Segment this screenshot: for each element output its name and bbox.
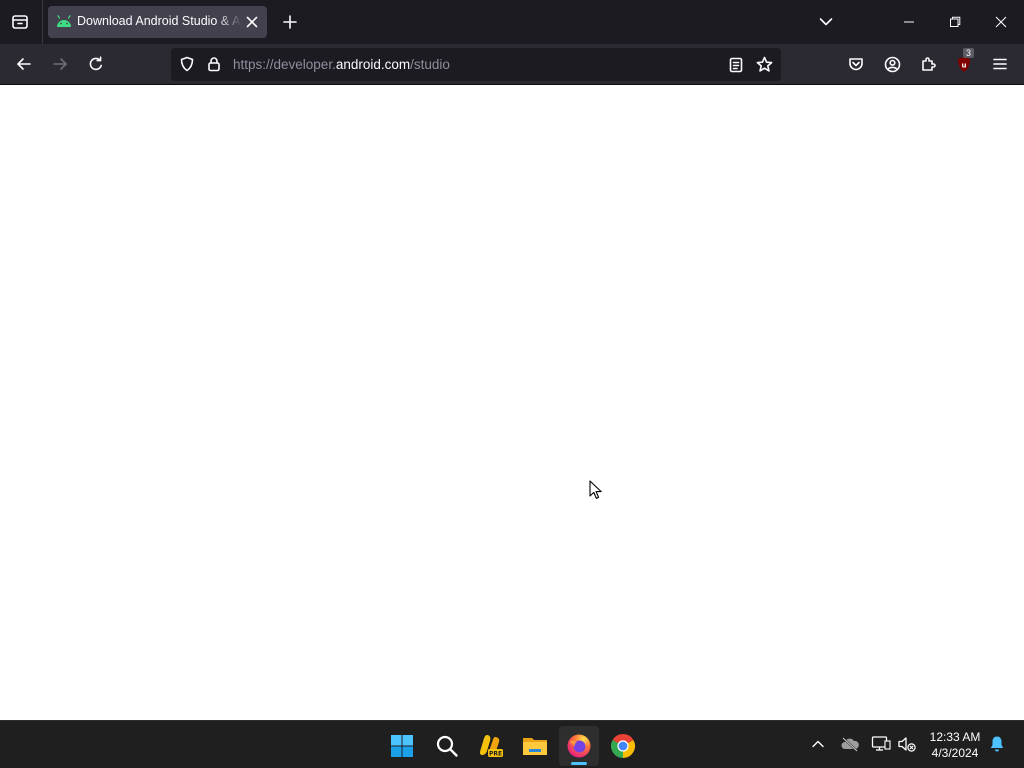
arrow-left-icon [17,58,31,70]
tab-strip: Download Android Studio & App Tools [0,0,1024,44]
pocket-button[interactable] [842,50,870,78]
android-icon [57,15,71,27]
show-hidden-icons-button[interactable] [807,733,829,755]
url-host: android.com [335,57,411,72]
ublock-origin-button[interactable]: u 3 [950,48,978,78]
chevron-down-icon [819,18,833,26]
plus-icon [283,15,297,29]
url-prefix: https://developer. [233,57,336,72]
back-button[interactable] [10,50,38,78]
account-icon [884,56,900,72]
url-text[interactable]: https://developer.android.com/studio [233,57,450,72]
onedrive-cloud-offline-icon [841,737,859,752]
lock-icon[interactable] [206,56,222,72]
active-app-indicator [571,762,587,765]
svg-text:PRE: PRE [489,751,502,758]
arrow-right-icon [53,58,67,70]
minimize-icon [904,21,914,23]
star-bookmark-icon[interactable] [756,56,773,73]
clock-time: 12:33 AM [929,730,981,744]
speaker-muted-icon [898,737,916,752]
bell-icon [990,736,1004,752]
restore-icon [950,16,961,27]
mouse-cursor-icon [589,480,602,499]
firefox-view-icon [12,15,28,29]
account-button[interactable] [878,50,906,78]
network-tray-button[interactable] [870,733,892,755]
extensions-button[interactable] [914,50,942,78]
page-content[interactable] [0,85,1024,720]
reload-button[interactable] [82,50,110,78]
chevron-up-icon [812,740,824,748]
window-close-button[interactable] [978,0,1024,44]
search-button[interactable] [427,726,467,766]
chrome-icon [610,733,636,758]
forward-button[interactable] [46,50,74,78]
clock-date: 4/3/2024 [931,746,979,760]
reload-icon [89,56,102,71]
close-icon [995,16,1007,28]
start-button[interactable] [382,726,422,766]
address-bar[interactable]: https://developer.android.com/studio [171,48,781,81]
tab-close-button[interactable] [243,13,261,31]
ublock-badge: 3 [963,48,975,58]
tab-separator [42,0,43,44]
firefox-icon [567,734,591,758]
minimize-button[interactable] [886,0,932,44]
copilot-pre-icon: PRE [480,735,503,758]
pocket-icon [849,58,863,71]
network-monitor-icon [871,736,891,751]
onedrive-tray-button[interactable] [839,733,861,755]
volume-tray-button[interactable] [896,733,918,755]
svg-text:u: u [962,61,967,69]
taskbar: PRE 12:33 AM 4/3/2024 [0,720,1024,768]
list-all-tabs-button[interactable] [812,8,840,36]
close-icon [246,16,258,28]
puzzle-piece-icon [922,57,936,71]
restore-button[interactable] [932,0,978,44]
app-menu-button[interactable] [986,50,1014,78]
copilot-pre-button[interactable]: PRE [471,726,511,766]
tab-title: Download Android Studio & App Tools [77,14,242,28]
windows-start-icon [391,735,413,757]
firefox-taskbar-button[interactable] [559,726,599,766]
new-tab-button[interactable] [276,8,304,36]
navigation-toolbar: https://developer.android.com/studio u 3 [0,44,1024,85]
notifications-button[interactable] [986,733,1008,755]
file-explorer-icon [523,738,547,755]
firefox-view-button[interactable] [6,8,34,36]
shield-icon[interactable] [179,56,195,72]
ublock-origin-icon: u [958,56,970,72]
tab-active[interactable]: Download Android Studio & App Tools [48,6,267,38]
chrome-button[interactable] [603,726,643,766]
url-path: /studio [410,57,450,72]
hamburger-menu-icon [993,58,1007,70]
system-clock[interactable]: 12:33 AM 4/3/2024 [924,729,986,761]
search-icon [436,735,458,757]
reader-view-icon[interactable] [729,57,743,73]
file-explorer-button[interactable] [515,726,555,766]
